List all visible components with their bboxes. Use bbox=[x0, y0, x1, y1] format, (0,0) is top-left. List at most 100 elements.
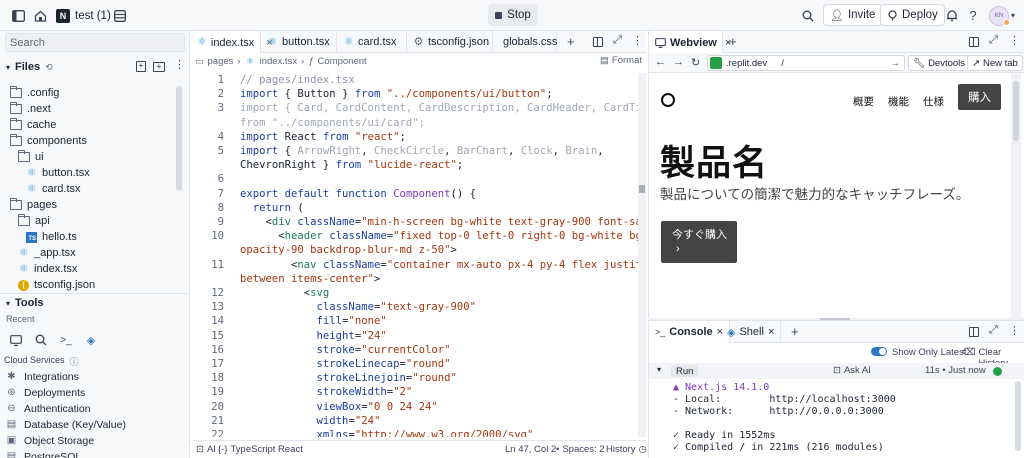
back-arrow-icon[interactable]: ← bbox=[655, 56, 666, 68]
forward-arrow-icon[interactable]: → bbox=[673, 56, 684, 68]
file-tree-item[interactable]: ⚛ button.tsx bbox=[26, 165, 90, 181]
file-tree-item[interactable]: {tsconfig.json bbox=[18, 277, 95, 293]
editor-scrollbar[interactable] bbox=[638, 73, 646, 437]
more-options-icon[interactable]: ⋮ bbox=[1009, 34, 1020, 47]
devtools-button[interactable]: 🔧︎ Devtools bbox=[908, 55, 971, 71]
service-item[interactable]: ✱ Integrations bbox=[6, 369, 79, 384]
history-button[interactable]: History ◷ bbox=[606, 444, 647, 455]
expand-icon[interactable]: ⤢ bbox=[613, 34, 622, 47]
file-tree-item[interactable]: ui bbox=[18, 149, 44, 165]
more-options-icon[interactable]: ⋮ bbox=[632, 34, 643, 47]
site-buy-button[interactable]: 購入 bbox=[958, 84, 1001, 110]
service-item[interactable]: ▤ Database (Key/Value) bbox=[6, 417, 126, 432]
service-item[interactable]: ⊖ Authentication bbox=[6, 401, 90, 416]
deploy-button[interactable]: Deploy bbox=[880, 4, 945, 26]
line-number: 8 bbox=[217, 201, 224, 214]
webview-scrollbar[interactable] bbox=[1011, 73, 1021, 318]
help-button[interactable]: ? bbox=[963, 0, 983, 31]
service-item[interactable]: ⊛ Deployments bbox=[6, 385, 85, 400]
site-nav-link[interactable]: 概要 bbox=[853, 94, 874, 109]
code-content[interactable]: 1 // pages/index.tsx 2 import { Button } fr… bbox=[191, 73, 638, 437]
file-tree-label: .next bbox=[27, 103, 51, 115]
scrollbar-thumb[interactable] bbox=[1013, 81, 1019, 141]
sidebar-toggle-button[interactable] bbox=[8, 0, 28, 31]
file-tree-item[interactable]: ⚛ card.tsx bbox=[26, 181, 81, 197]
webview-tool-button[interactable] bbox=[5, 330, 27, 350]
add-tab-icon[interactable]: + bbox=[729, 34, 737, 49]
ai-status[interactable]: ⊡ AI bbox=[196, 444, 216, 455]
file-tree-item[interactable]: ⚛ index.tsx bbox=[18, 261, 78, 277]
format-button[interactable]: ▤ Format bbox=[600, 55, 642, 66]
tab-console[interactable]: >_ Console × bbox=[649, 321, 731, 343]
tab-button-tsx[interactable]: ⚛ button.tsx bbox=[261, 31, 337, 53]
add-tab-icon[interactable]: + bbox=[567, 34, 575, 49]
file-tree-item[interactable]: pages bbox=[10, 197, 57, 213]
file-tree-item[interactable]: ⚛ _app.tsx bbox=[18, 245, 76, 261]
typescript-icon: TS bbox=[26, 231, 37, 243]
tab-globals-css[interactable]: globals.css bbox=[493, 31, 557, 53]
split-view-icon[interactable] bbox=[969, 327, 979, 337]
user-menu-button[interactable]: KN ▾ bbox=[989, 0, 1015, 31]
new-tab-button[interactable]: ↗ New tab bbox=[967, 55, 1023, 71]
add-tab-icon[interactable]: + bbox=[791, 324, 799, 339]
new-folder-icon[interactable]: + bbox=[153, 62, 165, 72]
split-view-icon[interactable] bbox=[593, 37, 603, 47]
site-nav-link[interactable]: 仕様 bbox=[923, 94, 944, 109]
notifications-button[interactable] bbox=[942, 0, 962, 31]
invite-button[interactable]: 👤︎ Invite bbox=[823, 4, 883, 26]
service-item[interactable]: ▤ PostgreSQL bbox=[6, 449, 81, 458]
breadcrumb-item[interactable]: Component bbox=[318, 56, 367, 67]
shell-tool-button[interactable]: >_ bbox=[55, 330, 77, 350]
file-tree-item[interactable]: components bbox=[10, 133, 87, 149]
file-tree-item[interactable]: .config bbox=[10, 85, 59, 101]
agent-tool-button[interactable]: ◈ bbox=[80, 330, 102, 350]
project-menu-button[interactable] bbox=[110, 0, 130, 31]
line-number: 3 bbox=[217, 102, 224, 115]
line-number: 2 bbox=[217, 88, 224, 101]
breadcrumb-item[interactable]: index.tsx bbox=[260, 56, 298, 67]
file-tree-scrollbar[interactable] bbox=[176, 86, 182, 191]
split-view-icon[interactable] bbox=[969, 37, 979, 47]
close-icon[interactable]: × bbox=[768, 326, 774, 338]
go-arrow-icon[interactable]: → bbox=[891, 58, 901, 69]
tools-header[interactable]: ▾ Tools bbox=[0, 293, 189, 313]
url-input[interactable]: .replit.dev / → bbox=[707, 55, 905, 71]
project-switcher[interactable]: N test (1) bbox=[56, 0, 111, 31]
show-only-latest-toggle[interactable] bbox=[871, 347, 887, 356]
expand-icon[interactable]: ⤢ bbox=[989, 324, 998, 337]
search-button[interactable] bbox=[798, 0, 818, 31]
project-badge: N bbox=[56, 8, 70, 23]
console-scrollbar[interactable] bbox=[1015, 381, 1021, 451]
indentation-status[interactable]: • Spaces: 2 bbox=[556, 444, 605, 455]
ask-ai-button[interactable]: ⊡ Ask AI bbox=[833, 365, 871, 376]
tab-tsconfig-json[interactable]: ⚙ tsconfig.json bbox=[407, 31, 493, 53]
tab-shell[interactable]: ◈ Shell × bbox=[721, 321, 782, 343]
file-tree-item[interactable]: TS hello.ts bbox=[26, 229, 77, 245]
file-tree-item[interactable]: api bbox=[18, 213, 50, 229]
scrollbar-thumb[interactable] bbox=[639, 185, 645, 193]
run-entry[interactable]: ▾ Run ⊡ Ask AI 11s • Just now bbox=[649, 363, 1024, 379]
tab-label: button.tsx bbox=[282, 36, 330, 48]
file-tree-item[interactable]: cache bbox=[10, 117, 56, 133]
search-tool-button[interactable] bbox=[30, 330, 52, 350]
new-file-icon[interactable]: + bbox=[136, 61, 146, 72]
site-nav-link[interactable]: 機能 bbox=[888, 94, 909, 109]
search-input[interactable] bbox=[5, 33, 185, 52]
cursor-position[interactable]: Ln 47, Col 2 bbox=[505, 444, 556, 455]
expand-icon[interactable]: ⤢ bbox=[989, 34, 998, 47]
file-tree-item[interactable]: .next bbox=[10, 101, 51, 117]
more-options-icon[interactable]: ⋮ bbox=[174, 58, 185, 71]
stop-button[interactable]: Stop bbox=[488, 4, 538, 26]
tab-webview[interactable]: Webview × bbox=[649, 31, 731, 54]
tab-label: Shell bbox=[739, 326, 764, 338]
language-status[interactable]: {-} TypeScript React bbox=[218, 444, 303, 455]
service-item[interactable]: ▣ Object Storage bbox=[6, 433, 94, 448]
site-logo-icon[interactable] bbox=[661, 93, 675, 107]
home-button[interactable] bbox=[30, 0, 50, 31]
refresh-icon[interactable]: ↻ bbox=[691, 56, 700, 69]
tab-card-tsx[interactable]: ⚛ card.tsx bbox=[337, 31, 407, 53]
more-options-icon[interactable]: ⋮ bbox=[1009, 324, 1020, 337]
site-cta-button[interactable]: 今すぐ購入 › bbox=[661, 221, 737, 263]
breadcrumb-item[interactable]: pages bbox=[208, 56, 234, 67]
tab-index-tsx[interactable]: ⚛ index.tsx × bbox=[191, 31, 273, 54]
